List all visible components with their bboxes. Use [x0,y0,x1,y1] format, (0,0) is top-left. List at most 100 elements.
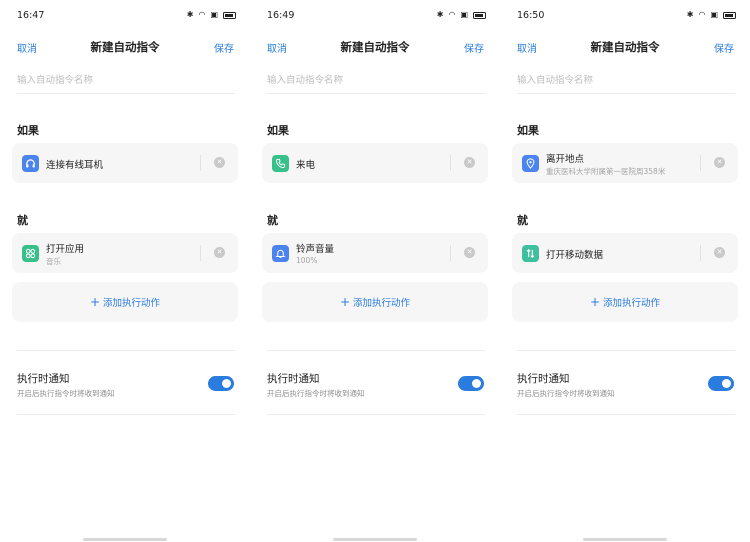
wifi-icon: ◠ [698,10,706,19]
divider [17,414,235,415]
notify-toggle[interactable] [458,376,484,391]
save-button[interactable]: 保存 [464,40,484,55]
divider [517,350,735,351]
add-action-label: 添加执行动作 [353,298,411,309]
shortcut-name-input[interactable] [517,68,735,94]
trigger-subtitle: 重庆医科大学附属第一医院周358米 [546,167,666,176]
bell-icon [272,245,289,262]
remove-trigger-icon[interactable]: ✕ [214,157,225,168]
notify-description: 开启后执行指令时将收到通知 [17,389,115,398]
bluetooth-icon: ✱ [686,10,694,19]
notify-title: 执行时通知 [267,373,320,385]
notify-title: 执行时通知 [517,373,570,385]
home-indicator[interactable] [333,538,417,541]
trigger-card[interactable]: 来电 ✕ [262,143,488,183]
toggle-knob [722,379,731,388]
card-divider [200,155,201,171]
phone-screen-3: 16:50 ✱ ◠ ▣ 取消 新建自动指令 保存 如果 离开地点 重庆医科大学附… [500,0,750,542]
notify-title: 执行时通知 [17,373,70,385]
divider [517,414,735,415]
action-card[interactable]: 打开移动数据 ✕ [512,233,738,273]
if-section-label: 如果 [267,124,289,137]
nav-bar: 取消 新建自动指令 保存 [500,36,750,58]
action-title: 铃声音量 [296,244,335,255]
card-divider [200,245,201,261]
toggle-knob [472,379,481,388]
card-divider [700,245,701,261]
remove-action-icon[interactable]: ✕ [464,247,475,258]
plus-icon: + [89,295,101,309]
add-action-label: 添加执行动作 [103,298,161,309]
trigger-card[interactable]: 连接有线耳机 ✕ [12,143,238,183]
save-button[interactable]: 保存 [214,40,234,55]
status-bar: 16:47 ✱ ◠ ▣ [0,0,250,30]
page-title: 新建自动指令 [340,40,410,54]
trigger-title: 离开地点 [546,154,585,165]
headphones-icon [22,155,39,172]
remove-trigger-icon[interactable]: ✕ [464,157,475,168]
shortcut-name-input[interactable] [267,68,485,94]
action-card[interactable]: 打开应用 音乐 ✕ [12,233,238,273]
action-subtitle: 音乐 [46,257,61,266]
action-subtitle: 100% [296,256,318,265]
trigger-title: 来电 [296,160,316,171]
home-indicator[interactable] [83,538,167,541]
mobile-data-icon [522,245,539,262]
divider [17,350,235,351]
plus-icon: + [589,295,601,309]
location-pin-icon [522,155,539,172]
notify-toggle[interactable] [208,376,234,391]
home-indicator[interactable] [583,538,667,541]
remove-trigger-icon[interactable]: ✕ [714,157,725,168]
status-icons: ✱ ◠ ▣ [437,10,486,20]
bluetooth-icon: ✱ [436,10,444,19]
sim-icon: ▣ [460,10,468,19]
remove-action-icon[interactable]: ✕ [214,247,225,258]
status-bar: 16:49 ✱ ◠ ▣ [250,0,500,30]
notify-description: 开启后执行指令时将收到通知 [267,389,365,398]
then-section-label: 就 [517,214,528,227]
battery-icon [723,11,736,19]
remove-action-icon[interactable]: ✕ [714,247,725,258]
if-section-label: 如果 [517,124,539,137]
action-title: 打开应用 [46,244,85,255]
nav-bar: 取消 新建自动指令 保存 [250,36,500,58]
divider [267,414,485,415]
then-section-label: 就 [267,214,278,227]
status-time: 16:49 [267,10,295,21]
plus-icon: + [339,295,351,309]
battery-icon [223,11,236,19]
apps-icon [22,245,39,262]
add-action-button[interactable]: + 添加执行动作 [12,282,238,322]
page-title: 新建自动指令 [90,40,160,54]
status-icons: ✱ ◠ ▣ [187,10,236,20]
page-title: 新建自动指令 [590,40,660,54]
card-divider [700,155,701,171]
status-time: 16:47 [17,10,45,21]
if-section-label: 如果 [17,124,39,137]
sim-icon: ▣ [210,10,218,19]
trigger-title: 连接有线耳机 [46,160,104,171]
phone-screen-2: 16:49 ✱ ◠ ▣ 取消 新建自动指令 保存 如果 来电 ✕ 就 铃声音量 … [250,0,500,542]
add-action-label: 添加执行动作 [603,298,661,309]
add-action-button[interactable]: + 添加执行动作 [512,282,738,322]
phone-icon [272,155,289,172]
card-divider [450,245,451,261]
battery-icon [473,11,486,19]
bluetooth-icon: ✱ [186,10,194,19]
trigger-card[interactable]: 离开地点 重庆医科大学附属第一医院周358米 ✕ [512,143,738,183]
phone-screen-1: 16:47 ✱ ◠ ▣ 取消 新建自动指令 保存 如果 连接有线耳机 ✕ 就 打… [0,0,250,542]
add-action-button[interactable]: + 添加执行动作 [262,282,488,322]
status-bar: 16:50 ✱ ◠ ▣ [500,0,750,30]
save-button[interactable]: 保存 [714,40,734,55]
status-time: 16:50 [517,10,545,21]
notify-toggle[interactable] [708,376,734,391]
sim-icon: ▣ [710,10,718,19]
shortcut-name-input[interactable] [17,68,235,94]
wifi-icon: ◠ [198,10,206,19]
wifi-icon: ◠ [448,10,456,19]
divider [267,350,485,351]
status-icons: ✱ ◠ ▣ [687,10,736,20]
action-card[interactable]: 铃声音量 100% ✕ [262,233,488,273]
toggle-knob [222,379,231,388]
